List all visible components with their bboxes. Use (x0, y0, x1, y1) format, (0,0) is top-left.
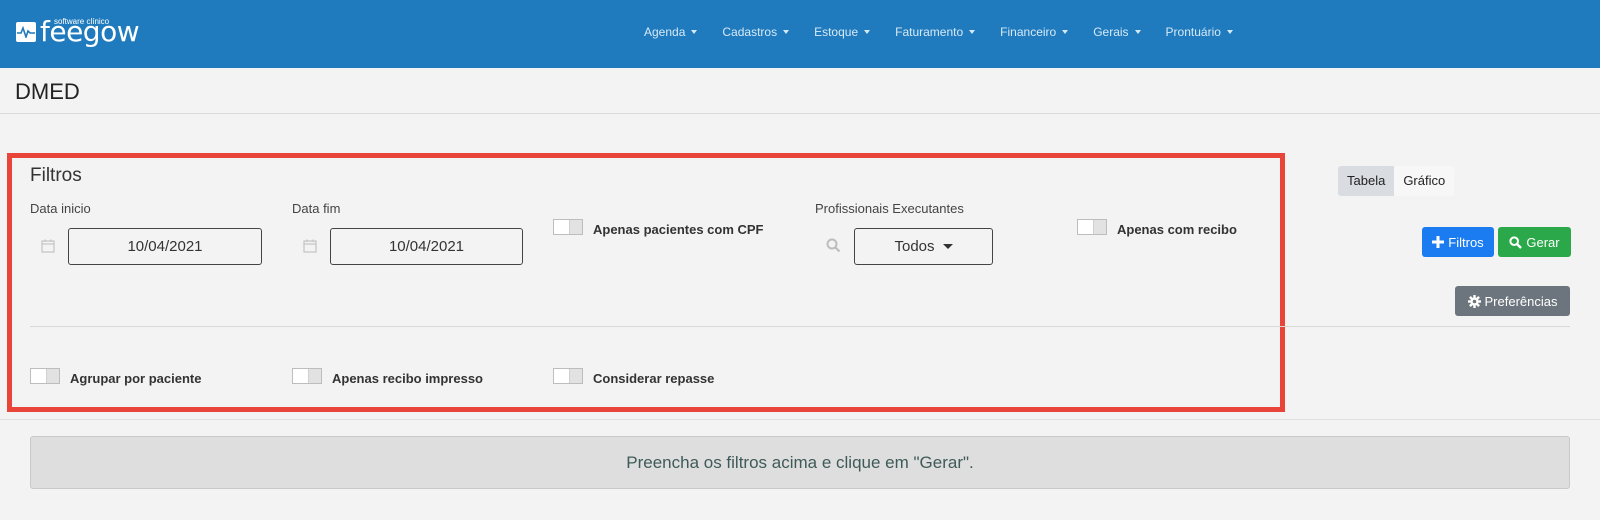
nav-cadastros[interactable]: Cadastros (722, 25, 790, 39)
nav-financeiro[interactable]: Financeiro (1000, 25, 1069, 39)
generate-button-label: Gerar (1526, 234, 1560, 250)
nav-label: Faturamento (895, 25, 964, 39)
receipt-only-label: Apenas com recibo (1117, 222, 1237, 237)
group-by-patient-label: Agrupar por paciente (70, 371, 202, 386)
plus-icon (1432, 236, 1445, 248)
nav-estoque[interactable]: Estoque (814, 25, 871, 39)
start-date-input[interactable]: 10/04/2021 (68, 228, 262, 265)
divider (0, 113, 1600, 114)
printed-receipt-label: Apenas recibo impresso (332, 371, 483, 386)
receipt-only-toggle[interactable] (1077, 219, 1107, 235)
nav-prontuario[interactable]: Prontuário (1166, 25, 1233, 39)
professionals-label: Profissionais Executantes (815, 201, 964, 216)
nav-label: Cadastros (722, 25, 778, 39)
gear-icon (1467, 294, 1481, 308)
nav-label: Financeiro (1000, 25, 1057, 39)
search-icon (826, 238, 841, 253)
instruction-message: Preencha os filtros acima e clique em "G… (30, 436, 1570, 489)
feegow-logo[interactable]: software clínico feegow (16, 15, 140, 51)
tab-table[interactable]: Tabela (1338, 166, 1395, 196)
calendar-icon (303, 239, 317, 253)
end-date-label: Data fim (292, 201, 341, 216)
caret-down-icon (864, 30, 871, 34)
preferences-button[interactable]: Preferências (1455, 286, 1570, 316)
professionals-select-value: Todos (894, 238, 935, 255)
preferences-button-label: Preferências (1484, 293, 1558, 309)
caret-down-icon (1062, 30, 1069, 34)
group-by-patient-toggle[interactable] (30, 368, 60, 384)
filters-divider (30, 326, 1570, 327)
nav-label: Gerais (1093, 25, 1129, 39)
top-navbar: software clínico feegow Agenda Cadastros… (0, 0, 1600, 68)
main-menu: Agenda Cadastros Estoque Faturamento Fin… (644, 25, 1258, 39)
filters-button[interactable]: Filtros (1422, 227, 1494, 257)
caret-down-icon (783, 30, 790, 34)
end-date-input[interactable]: 10/04/2021 (330, 228, 523, 265)
caret-down-icon (1134, 30, 1141, 34)
nav-label: Agenda (644, 25, 686, 39)
caret-down-icon (942, 244, 953, 249)
search-icon (1509, 235, 1523, 249)
filters-button-label: Filtros (1448, 234, 1484, 250)
view-toggle: Tabela Gráfico (1338, 166, 1455, 196)
consider-transfer-label: Considerar repasse (593, 371, 715, 386)
page-title: DMED (15, 79, 80, 104)
consider-transfer-toggle[interactable] (553, 368, 583, 384)
nav-label: Estoque (814, 25, 859, 39)
logo-icon (16, 22, 36, 42)
tab-chart[interactable]: Gráfico (1394, 166, 1455, 196)
professionals-select[interactable]: Todos (854, 228, 993, 265)
filters-title: Filtros (30, 165, 82, 186)
calendar-icon (41, 239, 55, 253)
caret-down-icon (1226, 30, 1233, 34)
nav-agenda[interactable]: Agenda (644, 25, 698, 39)
nav-gerais[interactable]: Gerais (1093, 25, 1141, 39)
cpf-only-label: Apenas pacientes com CPF (593, 222, 764, 237)
printed-receipt-toggle[interactable] (292, 368, 322, 384)
nav-label: Prontuário (1165, 25, 1221, 39)
cpf-only-toggle[interactable] (553, 219, 583, 235)
divider (0, 419, 1600, 420)
caret-down-icon (969, 30, 976, 34)
generate-button[interactable]: Gerar (1498, 227, 1571, 257)
nav-faturamento[interactable]: Faturamento (895, 25, 976, 39)
logo-wordmark: feegow (40, 15, 140, 48)
start-date-label: Data inicio (30, 201, 91, 216)
caret-down-icon (691, 30, 698, 34)
